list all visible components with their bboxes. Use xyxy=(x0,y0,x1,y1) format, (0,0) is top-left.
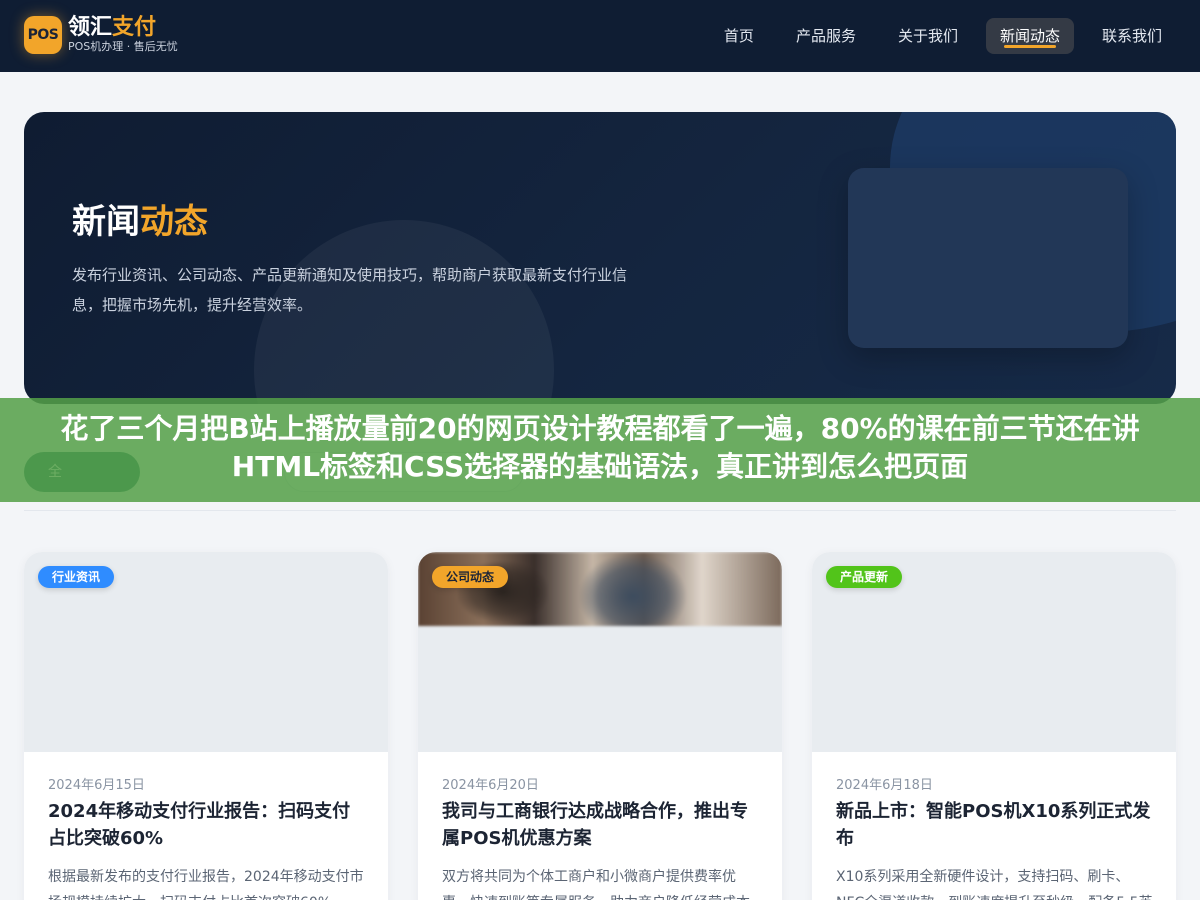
main-nav: 首页 产品服务 关于我们 新闻动态 联系我们 xyxy=(710,18,1176,54)
news-photo xyxy=(418,552,782,626)
hero-decor-card xyxy=(848,168,1128,348)
page-title-part1: 新闻 xyxy=(72,202,140,242)
brand-subtitle: POS机办理 · 售后无忧 xyxy=(68,40,178,53)
news-date: 2024年6月15日 xyxy=(48,778,145,793)
nav-item-contact[interactable]: 联系我们 xyxy=(1088,18,1176,54)
nav-item-products[interactable]: 产品服务 xyxy=(782,18,870,54)
overlay-caption: 花了三个月把B站上播放量前20的网页设计教程都看了一遍，80%的课在前三节还在讲… xyxy=(0,398,1200,502)
overlay-caption-text: 花了三个月把B站上播放量前20的网页设计教程都看了一遍，80%的课在前三节还在讲… xyxy=(60,412,1140,483)
news-card[interactable]: 行业资讯 2024年6月15日 2024年移动支付行业报告：扫码支付占比突破60… xyxy=(24,552,388,900)
category-badge: 产品更新 xyxy=(826,566,903,588)
section-divider xyxy=(24,510,1176,511)
news-card[interactable]: 公司动态 2024年6月20日 我司与工商银行达成战略合作，推出专属POS机优惠… xyxy=(418,552,782,900)
nav-item-home[interactable]: 首页 xyxy=(710,18,768,54)
brand-logo[interactable]: POS 领汇支付 POS机办理 · 售后无忧 xyxy=(24,16,178,54)
hero-banner: 新闻动态 发布行业资讯、公司动态、产品更新通知及使用技巧，帮助商户获取最新支付行… xyxy=(24,112,1176,404)
category-badge: 公司动态 xyxy=(432,566,509,588)
news-title[interactable]: 我司与工商银行达成战略合作，推出专属POS机优惠方案 xyxy=(442,798,762,852)
nav-item-news[interactable]: 新闻动态 xyxy=(985,18,1074,54)
news-title[interactable]: 新品上市：智能POS机X10系列正式发布 xyxy=(836,798,1156,852)
page-description: 发布行业资讯、公司动态、产品更新通知及使用技巧，帮助商户获取最新支付行业信息，把… xyxy=(72,266,628,314)
news-date: 2024年6月20日 xyxy=(442,778,539,793)
page-title-part2: 动态 xyxy=(140,202,208,242)
news-title[interactable]: 2024年移动支付行业报告：扫码支付占比突破60% xyxy=(48,798,368,852)
news-date: 2024年6月18日 xyxy=(836,778,933,793)
news-excerpt: X10系列采用全新硬件设计，支持扫码、刷卡、NFC全渠道收款，到账速度提升至秒级… xyxy=(836,869,1153,900)
logo-text: 领汇支付 POS机办理 · 售后无忧 xyxy=(68,16,178,54)
brand-name-part1: 领汇 xyxy=(68,15,113,40)
site-header: POS 领汇支付 POS机办理 · 售后无忧 首页 产品服务 关于我们 新闻动态… xyxy=(0,0,1200,72)
brand-name: 领汇支付 xyxy=(68,16,178,40)
news-excerpt: 双方将共同为个体工商户和小微商户提供费率优惠、快速到账等专属服务，助力商户降低经… xyxy=(442,869,750,900)
nav-item-about[interactable]: 关于我们 xyxy=(884,18,972,54)
category-badge: 行业资讯 xyxy=(38,566,115,588)
page-title: 新闻动态 xyxy=(72,200,208,244)
brand-name-part2: 支付 xyxy=(112,15,157,40)
logo-mark: POS xyxy=(24,16,62,54)
news-card[interactable]: 产品更新 2024年6月18日 新品上市：智能POS机X10系列正式发布 X10… xyxy=(812,552,1176,900)
news-excerpt: 根据最新发布的支付行业报告，2024年移动支付市场规模持续扩大，扫码支付占比首次… xyxy=(48,869,364,900)
